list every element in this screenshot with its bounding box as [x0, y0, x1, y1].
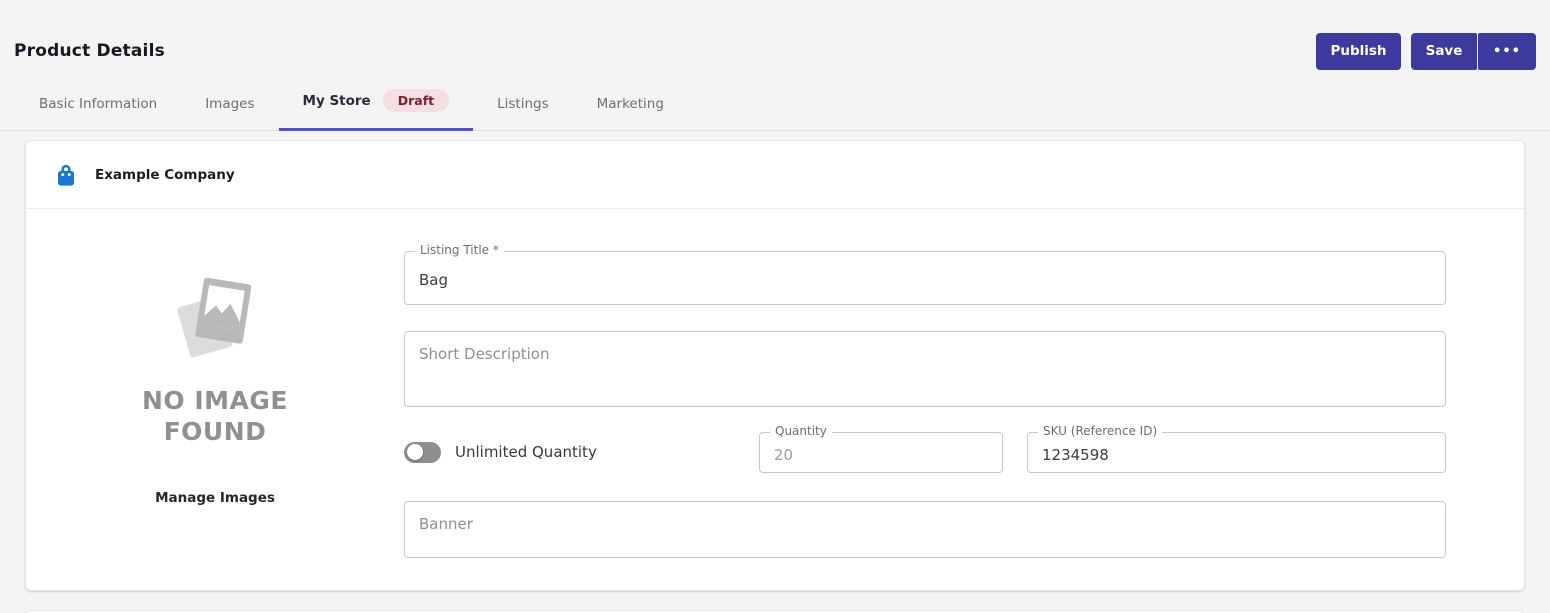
more-actions-button[interactable]: •••	[1478, 33, 1536, 70]
quantity-field: Quantity	[759, 432, 1003, 473]
listing-title-label: Listing Title *	[415, 243, 504, 257]
tab-label: Marketing	[597, 96, 664, 112]
store-listing-card: Example Company NO IMAGE FOUND Manage Im…	[25, 140, 1525, 591]
tab-label: Basic Information	[39, 96, 157, 112]
short-description-field	[404, 331, 1446, 407]
form-column: Listing Title * Unlimited Quantity Quant…	[404, 209, 1524, 558]
page-header: Product Details Publish Save •••	[0, 0, 1550, 72]
manage-images-button[interactable]: Manage Images	[155, 490, 275, 506]
sku-input[interactable]	[1028, 433, 1445, 472]
tab-marketing[interactable]: Marketing	[573, 96, 688, 131]
shopping-bag-icon	[53, 161, 79, 189]
no-image-found-text: NO IMAGE FOUND	[123, 385, 308, 448]
quantity-row: Unlimited Quantity Quantity SKU (Referen…	[404, 431, 1446, 473]
banner-input[interactable]	[405, 502, 1445, 557]
publish-button[interactable]: Publish	[1316, 33, 1401, 70]
save-split-button: Save •••	[1411, 33, 1536, 70]
company-header: Example Company	[26, 141, 1524, 209]
quantity-label: Quantity	[770, 424, 832, 438]
toggle-knob	[407, 444, 423, 460]
unlimited-quantity-toggle[interactable]	[404, 442, 441, 463]
sku-field: SKU (Reference ID)	[1027, 432, 1446, 473]
unlimited-quantity-label: Unlimited Quantity	[455, 443, 597, 461]
company-name: Example Company	[95, 167, 235, 183]
tab-basic-information[interactable]: Basic Information	[15, 96, 181, 131]
tab-label: My Store	[303, 93, 371, 109]
image-column: NO IMAGE FOUND Manage Images	[26, 209, 404, 558]
tab-listings[interactable]: Listings	[473, 96, 573, 131]
unlimited-quantity-control: Unlimited Quantity	[404, 442, 759, 463]
listing-title-field: Listing Title *	[404, 251, 1446, 305]
no-image-icon	[167, 275, 263, 371]
tab-label: Listings	[497, 96, 549, 112]
banner-field	[404, 501, 1446, 558]
short-description-input[interactable]	[405, 332, 1445, 406]
page-title: Product Details	[14, 41, 165, 61]
tab-label: Images	[205, 96, 254, 112]
listing-title-input[interactable]	[405, 252, 1445, 304]
tab-my-store[interactable]: My Store Draft	[279, 89, 474, 131]
tab-images[interactable]: Images	[181, 96, 278, 131]
tab-bar: Basic Information Images My Store Draft …	[0, 72, 1550, 131]
sku-label: SKU (Reference ID)	[1038, 424, 1162, 438]
ellipsis-icon: •••	[1493, 44, 1521, 59]
header-actions: Publish Save •••	[1316, 33, 1536, 70]
save-button[interactable]: Save	[1411, 33, 1477, 70]
quantity-input[interactable]	[760, 433, 1002, 472]
card-body: NO IMAGE FOUND Manage Images Listing Tit…	[26, 209, 1524, 558]
draft-status-badge: Draft	[383, 89, 449, 112]
